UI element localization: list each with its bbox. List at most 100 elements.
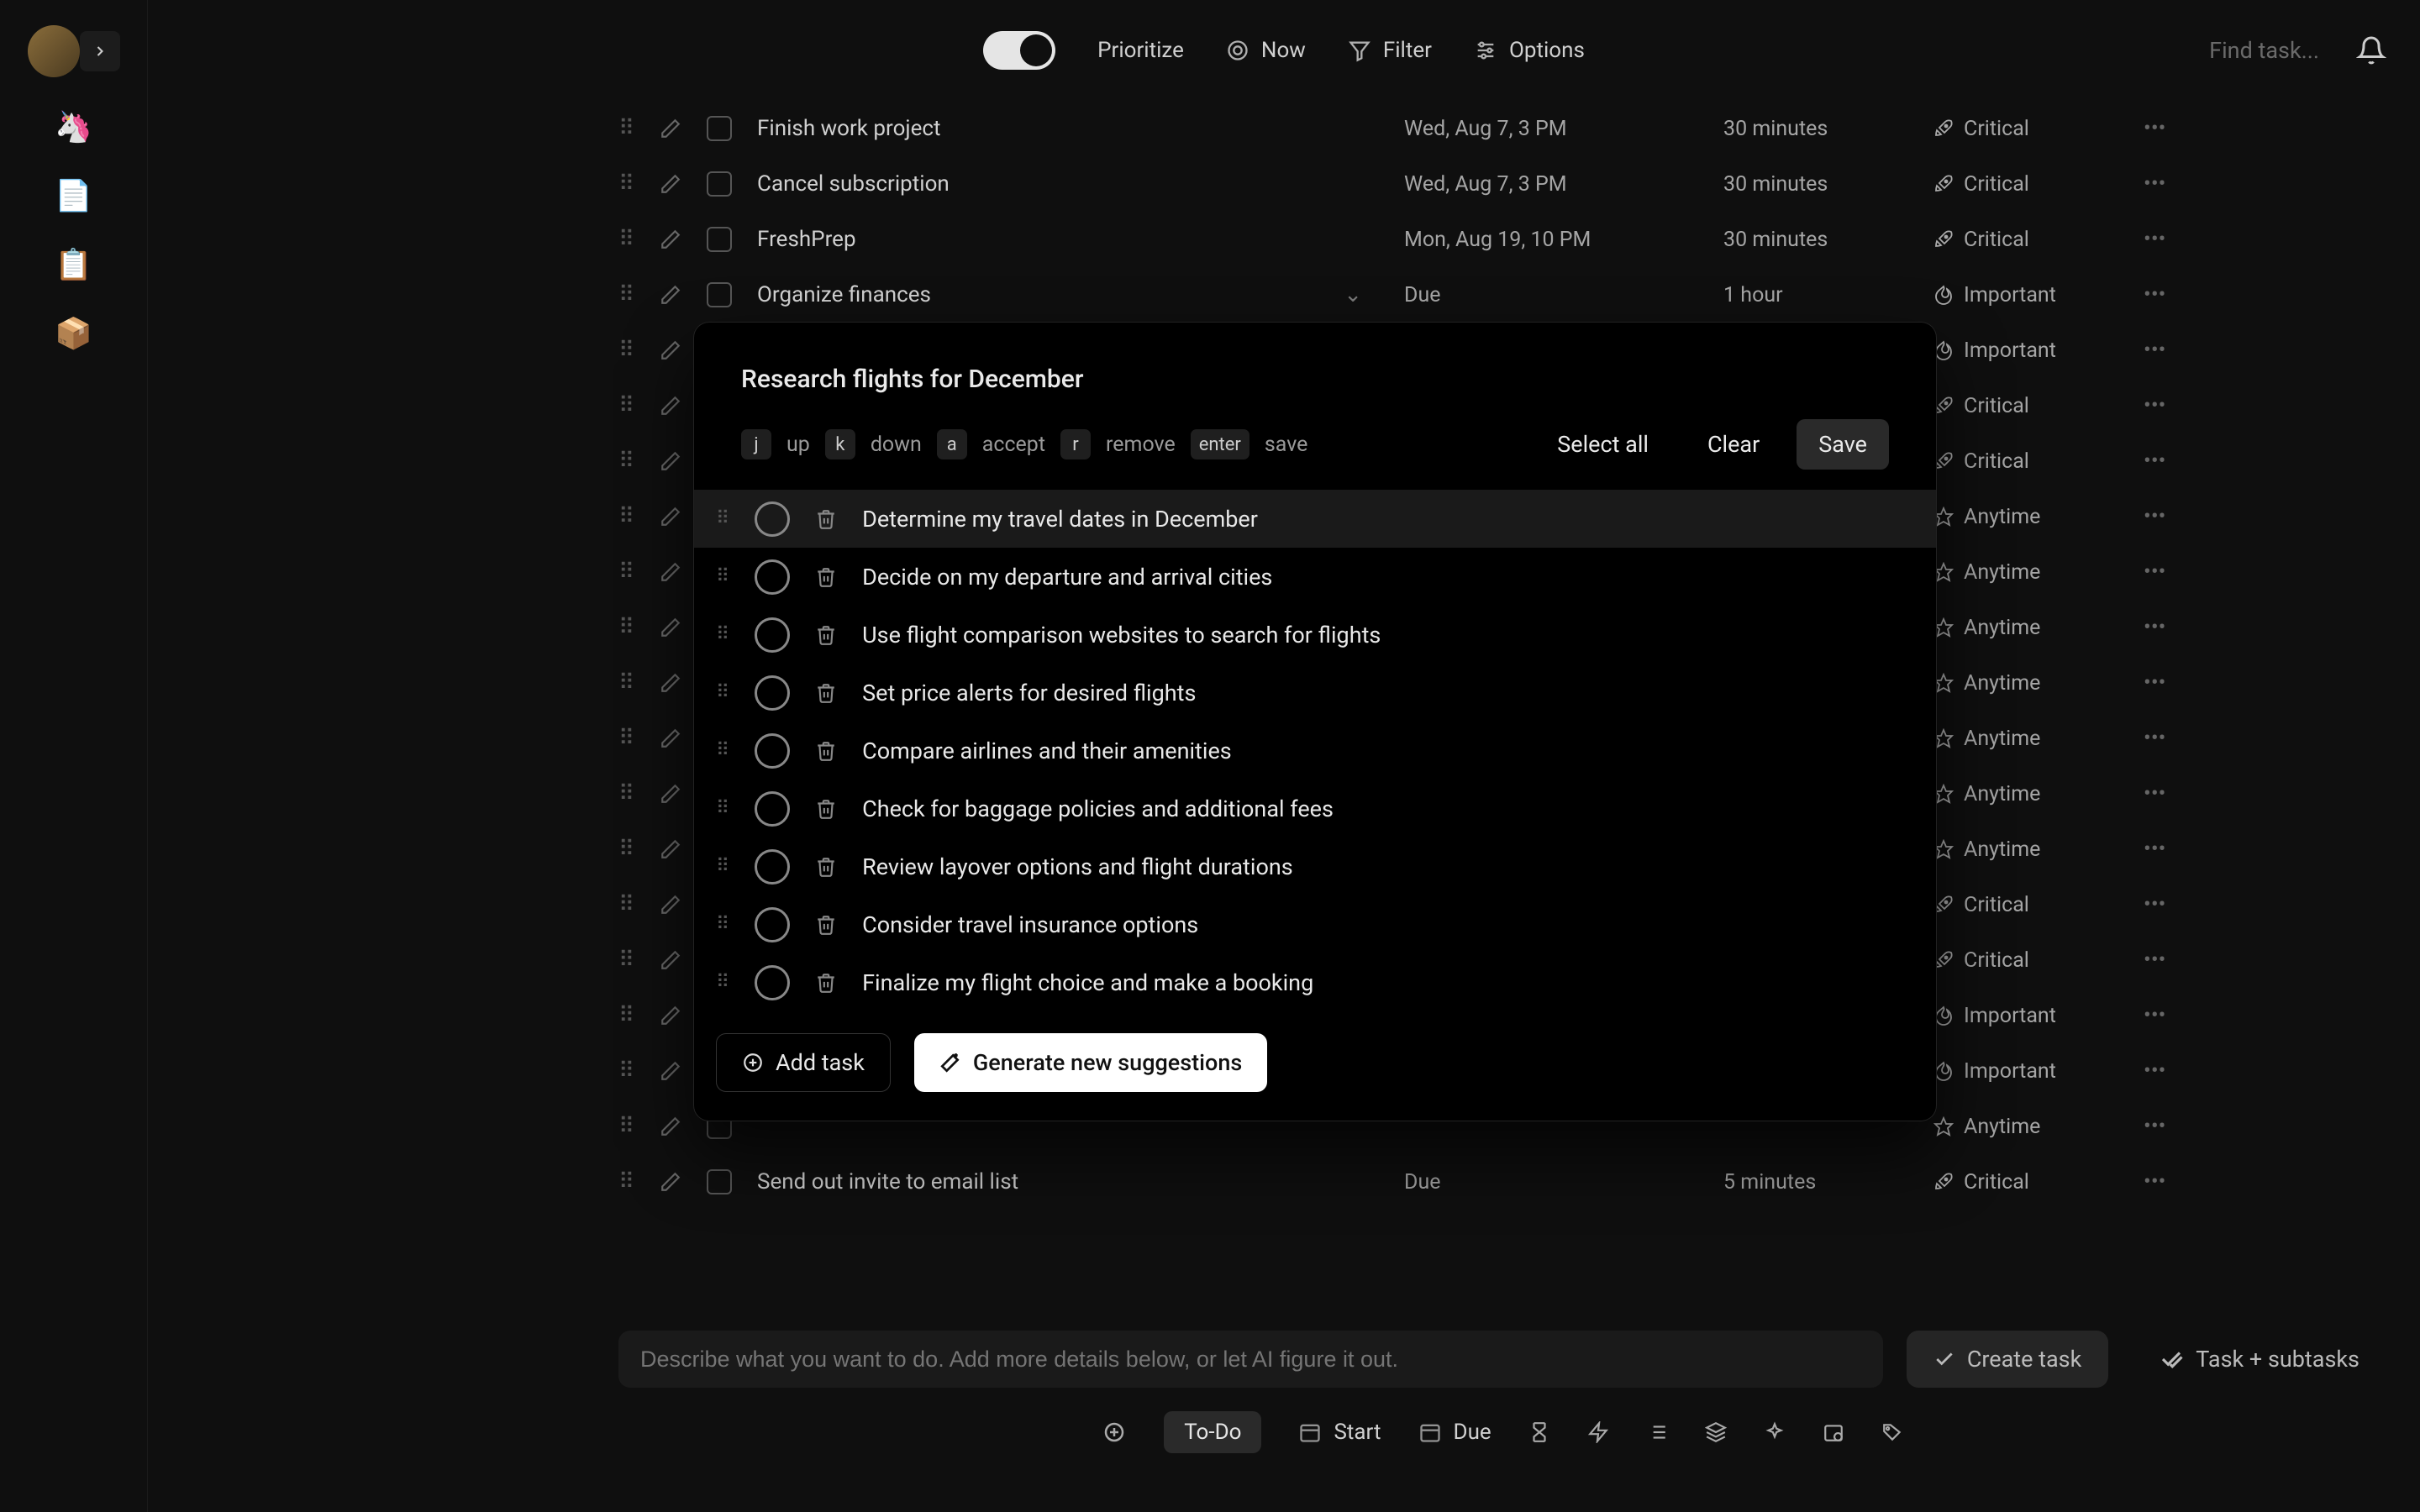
drag-handle-icon[interactable]: ⠿ bbox=[618, 504, 634, 529]
more-icon[interactable]: ••• bbox=[2144, 726, 2165, 751]
more-icon[interactable]: ••• bbox=[2144, 449, 2165, 474]
workspace-icon-document[interactable]: 📄 bbox=[55, 176, 93, 215]
drag-handle-icon[interactable]: ⠿ bbox=[618, 837, 634, 862]
drag-handle-icon[interactable]: ⠿ bbox=[618, 282, 634, 307]
delete-icon[interactable] bbox=[815, 624, 837, 646]
more-icon[interactable]: ••• bbox=[2144, 892, 2165, 917]
accept-ring[interactable] bbox=[755, 675, 790, 711]
drag-handle-icon[interactable]: ⠿ bbox=[618, 1058, 634, 1084]
filter-button[interactable]: Filter bbox=[1348, 38, 1432, 63]
drag-handle-icon[interactable]: ⠿ bbox=[618, 116, 634, 141]
more-icon[interactable]: ••• bbox=[2144, 393, 2165, 418]
drag-handle-icon[interactable]: ⠿ bbox=[618, 781, 634, 806]
more-icon[interactable]: ••• bbox=[2144, 171, 2165, 197]
workspace-icon-clipboard[interactable]: 📋 bbox=[55, 245, 93, 284]
edit-icon[interactable] bbox=[660, 894, 681, 916]
edit-icon[interactable] bbox=[660, 1171, 681, 1193]
more-icon[interactable]: ••• bbox=[2144, 116, 2165, 141]
more-icon[interactable]: ••• bbox=[2144, 670, 2165, 696]
accept-ring[interactable] bbox=[755, 733, 790, 769]
edit-icon[interactable] bbox=[660, 949, 681, 971]
more-icon[interactable]: ••• bbox=[2144, 1169, 2165, 1194]
drag-handle-icon[interactable]: ⠿ bbox=[618, 227, 634, 252]
suggestion-row[interactable]: ⠿ Determine my travel dates in December bbox=[694, 490, 1936, 548]
task-checkbox[interactable] bbox=[707, 116, 732, 141]
edit-icon[interactable] bbox=[660, 506, 681, 528]
subtasks-button[interactable] bbox=[1646, 1421, 1668, 1443]
drag-handle-icon[interactable]: ⠿ bbox=[618, 892, 634, 917]
edit-icon[interactable] bbox=[660, 228, 681, 250]
suggestion-row[interactable]: ⠿ Finalize my flight choice and make a b… bbox=[694, 953, 1936, 1011]
delete-icon[interactable] bbox=[815, 972, 837, 994]
drag-handle-icon[interactable]: ⠿ bbox=[618, 615, 634, 640]
schedule-button[interactable] bbox=[1823, 1421, 1844, 1443]
task-row[interactable]: ⠿ Organize finances⌄ Due 1 hour Importan… bbox=[618, 267, 2420, 323]
more-icon[interactable]: ••• bbox=[2144, 1058, 2165, 1084]
more-icon[interactable]: ••• bbox=[2144, 615, 2165, 640]
drag-handle-icon[interactable]: ⠿ bbox=[618, 449, 634, 474]
suggestion-row[interactable]: ⠿ Review layover options and flight dura… bbox=[694, 837, 1936, 895]
delete-icon[interactable] bbox=[815, 740, 837, 762]
drag-handle-icon[interactable]: ⠿ bbox=[716, 566, 729, 587]
edit-icon[interactable] bbox=[660, 783, 681, 805]
delete-icon[interactable] bbox=[815, 508, 837, 530]
edit-icon[interactable] bbox=[660, 672, 681, 694]
suggestion-row[interactable]: ⠿ Set price alerts for desired flights bbox=[694, 664, 1936, 722]
notifications-button[interactable] bbox=[2356, 35, 2386, 66]
accept-ring[interactable] bbox=[755, 907, 790, 942]
task-checkbox[interactable] bbox=[707, 227, 732, 252]
delete-icon[interactable] bbox=[815, 566, 837, 588]
edit-icon[interactable] bbox=[660, 1005, 681, 1026]
suggestion-row[interactable]: ⠿ Decide on my departure and arrival cit… bbox=[694, 548, 1936, 606]
edit-icon[interactable] bbox=[660, 339, 681, 361]
duration-button[interactable] bbox=[1528, 1421, 1550, 1443]
drag-handle-icon[interactable]: ⠿ bbox=[716, 508, 729, 529]
edit-icon[interactable] bbox=[660, 284, 681, 306]
drag-handle-icon[interactable]: ⠿ bbox=[618, 393, 634, 418]
drag-handle-icon[interactable]: ⠿ bbox=[716, 856, 729, 877]
more-icon[interactable]: ••• bbox=[2144, 781, 2165, 806]
suggestion-row[interactable]: ⠿ Consider travel insurance options bbox=[694, 895, 1936, 953]
edit-icon[interactable] bbox=[660, 118, 681, 139]
accept-ring[interactable] bbox=[755, 849, 790, 885]
edit-icon[interactable] bbox=[660, 173, 681, 195]
ai-button[interactable] bbox=[1102, 1420, 1127, 1445]
edit-icon[interactable] bbox=[660, 1116, 681, 1137]
drag-handle-icon[interactable]: ⠿ bbox=[618, 1114, 634, 1139]
compose-input[interactable] bbox=[618, 1331, 1883, 1388]
drag-handle-icon[interactable]: ⠿ bbox=[618, 670, 634, 696]
accept-ring[interactable] bbox=[755, 791, 790, 827]
task-subtasks-button[interactable]: Task + subtasks bbox=[2132, 1331, 2386, 1388]
edit-icon[interactable] bbox=[660, 450, 681, 472]
drag-handle-icon[interactable]: ⠿ bbox=[618, 1003, 634, 1028]
task-row[interactable]: ⠿ Cancel subscription Wed, Aug 7, 3 PM 3… bbox=[618, 156, 2420, 212]
more-icon[interactable]: ••• bbox=[2144, 837, 2165, 862]
more-icon[interactable]: ••• bbox=[2144, 282, 2165, 307]
workspace-icon-unicorn[interactable]: 🦄 bbox=[55, 108, 93, 146]
select-all-button[interactable]: Select all bbox=[1535, 419, 1670, 470]
energy-button[interactable] bbox=[1587, 1421, 1609, 1443]
drag-handle-icon[interactable]: ⠿ bbox=[618, 338, 634, 363]
stack-button[interactable] bbox=[1705, 1421, 1727, 1443]
edit-icon[interactable] bbox=[660, 727, 681, 749]
delete-icon[interactable] bbox=[815, 856, 837, 878]
drag-handle-icon[interactable]: ⠿ bbox=[618, 559, 634, 585]
drag-handle-icon[interactable]: ⠿ bbox=[618, 726, 634, 751]
status-pill[interactable]: To-Do bbox=[1164, 1411, 1261, 1453]
drag-handle-icon[interactable]: ⠿ bbox=[716, 682, 729, 703]
drag-handle-icon[interactable]: ⠿ bbox=[618, 171, 634, 197]
delete-icon[interactable] bbox=[815, 914, 837, 936]
suggestion-row[interactable]: ⠿ Compare airlines and their amenities bbox=[694, 722, 1936, 780]
accept-ring[interactable] bbox=[755, 617, 790, 653]
more-icon[interactable]: ••• bbox=[2144, 504, 2165, 529]
generate-suggestions-button[interactable]: Generate new suggestions bbox=[914, 1033, 1267, 1092]
workspace-icon-package[interactable]: 📦 bbox=[55, 314, 93, 353]
avatar[interactable] bbox=[28, 25, 80, 77]
more-icon[interactable]: ••• bbox=[2144, 338, 2165, 363]
tag-button[interactable] bbox=[1881, 1421, 1903, 1443]
suggestion-row[interactable]: ⠿ Use flight comparison websites to sear… bbox=[694, 606, 1936, 664]
task-row[interactable]: ⠿ Send out invite to email list Due 5 mi… bbox=[618, 1154, 2420, 1210]
more-icon[interactable]: ••• bbox=[2144, 948, 2165, 973]
drag-handle-icon[interactable]: ⠿ bbox=[618, 948, 634, 973]
accept-ring[interactable] bbox=[755, 501, 790, 537]
